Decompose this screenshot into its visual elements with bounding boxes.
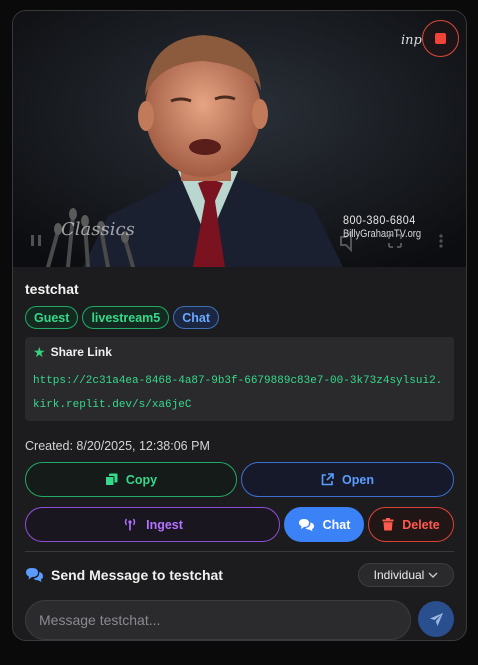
- chevron-down-icon: [428, 572, 438, 578]
- stop-stream-button[interactable]: [422, 20, 459, 57]
- watermark-phone: 800-380-6804: [343, 213, 416, 227]
- share-link-url[interactable]: https://2c31a4ea-8468-4a87-9b3f-6679889c…: [33, 369, 448, 417]
- stream-tags: Guest livestream5 Chat: [25, 306, 220, 329]
- delete-label: Delete: [402, 517, 440, 532]
- tag-livestream: livestream5: [82, 306, 170, 329]
- open-label: Open: [342, 472, 374, 487]
- paper-plane-icon: [429, 612, 443, 626]
- open-button[interactable]: Open: [241, 462, 454, 497]
- ingest-label: Ingest: [146, 517, 183, 532]
- copy-label: Copy: [125, 472, 158, 487]
- send-button[interactable]: [418, 601, 454, 637]
- video-player[interactable]: Classics 800-380-6804 BillyGrahamTV.org …: [13, 11, 466, 267]
- stream-card: Classics 800-380-6804 BillyGrahamTV.org …: [12, 10, 467, 641]
- copy-icon: [104, 473, 118, 486]
- share-link-label: Share Link: [50, 345, 112, 359]
- stop-icon: [435, 33, 446, 44]
- chat-label: Chat: [322, 517, 351, 532]
- share-link-panel: ★ Share Link https://2c31a4ea-8468-4a87-…: [25, 337, 454, 421]
- tag-guest: Guest: [25, 306, 79, 329]
- divider: [25, 551, 454, 552]
- watermark-classics: Classics: [61, 219, 135, 240]
- tag-chat: Chat: [173, 306, 220, 329]
- share-link-heading: ★ Share Link: [33, 345, 112, 359]
- star-icon: ★: [33, 344, 46, 360]
- ingest-button[interactable]: Ingest: [25, 507, 280, 542]
- watermark-site: BillyGrahamTV.org: [343, 228, 422, 240]
- recipient-mode-select[interactable]: Individual: [358, 563, 454, 587]
- created-timestamp: Created: 8/20/2025, 12:38:06 PM: [25, 439, 210, 453]
- watermark-corner: inp: [401, 33, 422, 48]
- trash-icon: [382, 518, 394, 531]
- chat-bubbles-icon: [298, 518, 314, 531]
- external-link-icon: [321, 473, 334, 486]
- broadcast-icon: [124, 518, 136, 531]
- message-input[interactable]: [25, 600, 411, 640]
- chat-button[interactable]: Chat: [284, 507, 364, 542]
- stream-title: testchat: [25, 281, 79, 297]
- delete-button[interactable]: Delete: [368, 507, 454, 542]
- comments-icon: [26, 568, 43, 582]
- recipient-mode-value: Individual: [373, 568, 425, 582]
- copy-button[interactable]: Copy: [25, 462, 237, 497]
- send-message-header: Send Message to testchat Individual: [25, 563, 454, 587]
- send-message-title: Send Message to testchat: [51, 567, 223, 583]
